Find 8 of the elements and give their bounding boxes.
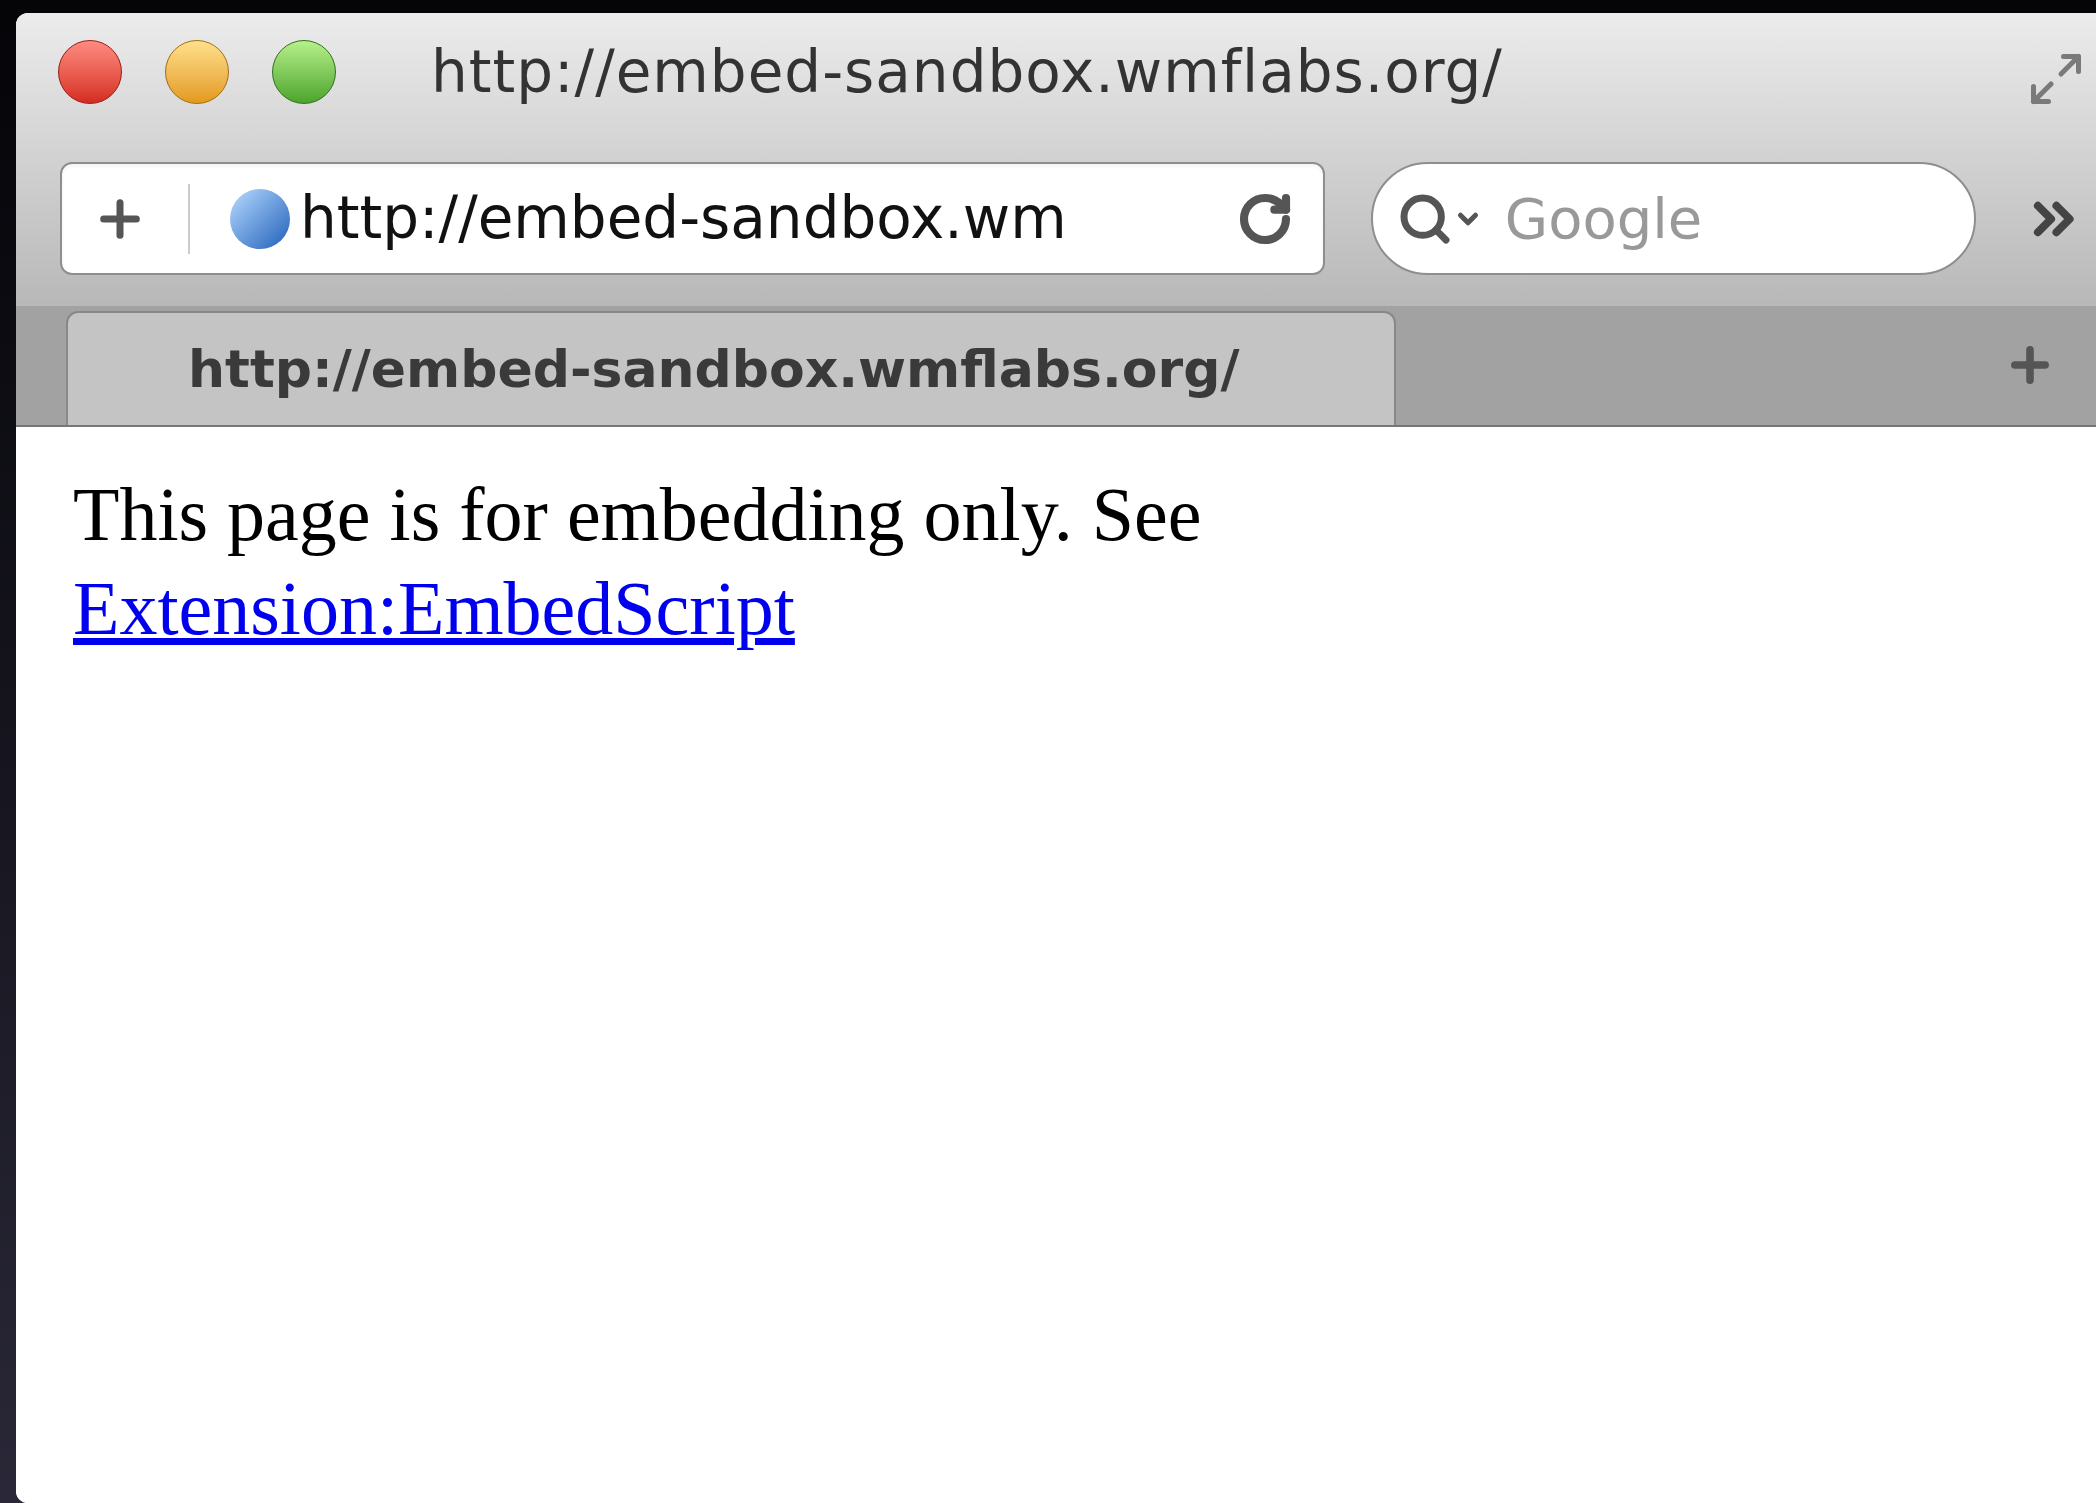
url-text: http://embed-sandbox.wm [300, 183, 1068, 254]
search-input[interactable]: Google [1504, 176, 1905, 261]
window-title: http://embed-sandbox.wmflabs.org/ [431, 36, 1503, 108]
extension-link[interactable]: Extension:EmbedScript [73, 566, 795, 650]
address-field[interactable]: http://embed-sandbox.wm [60, 162, 1325, 275]
page-text: This page is for embedding only. See Extension:EmbedScript [73, 471, 1203, 652]
browser-tab[interactable]: http://embed-sandbox.wmflabs.org/ [66, 311, 1396, 425]
search-field[interactable]: Google [1370, 162, 1977, 275]
